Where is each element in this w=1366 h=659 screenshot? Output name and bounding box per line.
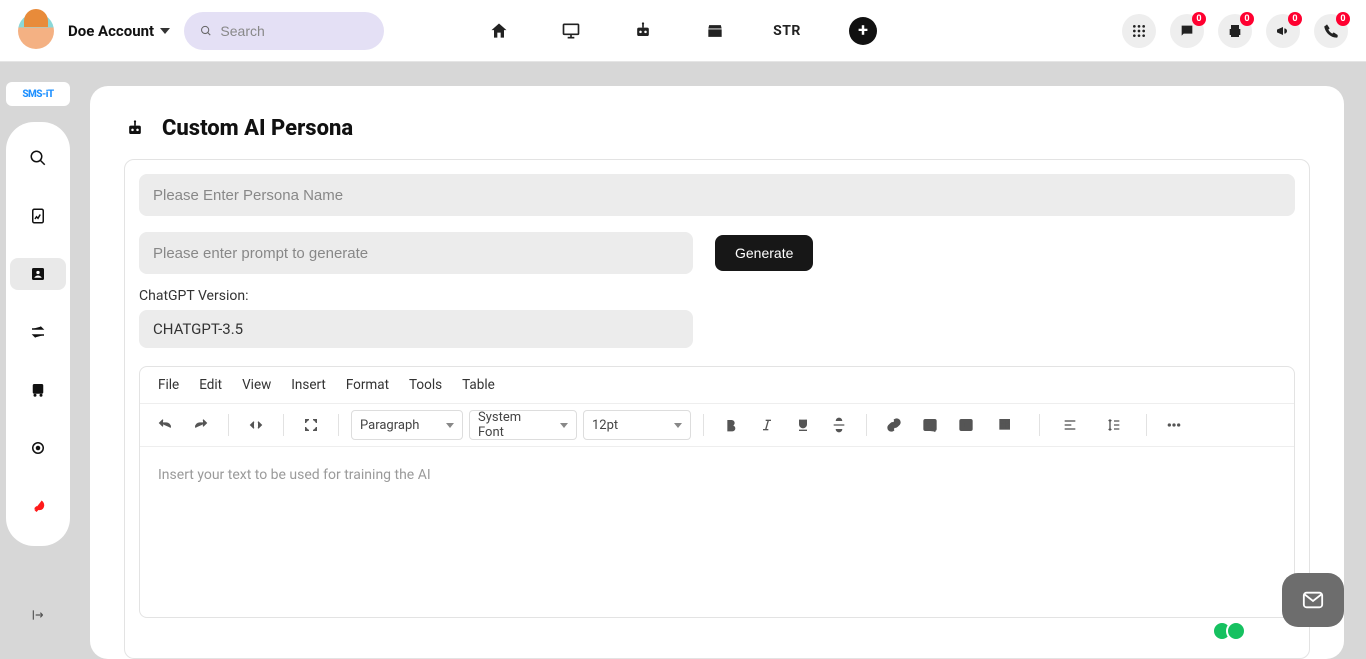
strikethrough-icon[interactable] <box>824 410 854 440</box>
font-family-dropdown[interactable]: System Font <box>469 410 577 440</box>
account-name: Doe Account <box>68 22 154 40</box>
mail-icon <box>1299 589 1327 611</box>
phone-badge: 0 <box>1336 12 1350 26</box>
line-height-icon[interactable] <box>1096 410 1134 440</box>
nav-plugin-icon[interactable] <box>18 432 58 464</box>
search-input[interactable] <box>220 23 368 39</box>
announce-badge: 0 <box>1288 12 1302 26</box>
nav-report-icon[interactable] <box>18 200 58 232</box>
font-size-dropdown[interactable]: 12pt <box>583 410 691 440</box>
editor-toolbar: Paragraph System Font 12pt <box>140 404 1294 447</box>
font-family-value: System Font <box>478 410 548 440</box>
apps-icon[interactable] <box>1122 14 1156 48</box>
italic-icon[interactable] <box>752 410 782 440</box>
undo-icon[interactable] <box>150 410 180 440</box>
bold-icon[interactable] <box>716 410 746 440</box>
header-actions: 0 0 0 0 <box>1122 14 1348 48</box>
page-robot-icon <box>124 119 146 139</box>
str-link[interactable]: STR <box>777 22 797 40</box>
table-icon[interactable] <box>987 410 1027 440</box>
main-card: Custom AI Persona Generate ChatGPT Versi… <box>90 86 1344 659</box>
separator <box>283 414 284 436</box>
menu-format[interactable]: Format <box>346 377 389 393</box>
version-select[interactable]: CHATGPT-3.5 <box>139 310 693 348</box>
left-rail: SMS-iT <box>0 62 76 641</box>
separator <box>338 414 339 436</box>
prompt-input[interactable] <box>139 232 693 274</box>
rich-text-editor: File Edit View Insert Format Tools Table <box>139 366 1295 618</box>
search-icon <box>200 24 212 38</box>
align-icon[interactable] <box>1052 410 1090 440</box>
center-nav: STR + <box>489 17 877 45</box>
home-icon[interactable] <box>489 22 509 40</box>
account-dropdown[interactable]: Doe Account <box>68 22 170 40</box>
persona-form: Generate ChatGPT Version: CHATGPT-3.5 Fi… <box>124 159 1310 659</box>
user-avatar[interactable] <box>18 13 54 49</box>
separator <box>1146 414 1147 436</box>
menu-insert[interactable]: Insert <box>291 377 326 393</box>
menu-tools[interactable]: Tools <box>409 377 442 393</box>
robot-icon[interactable] <box>633 22 653 40</box>
chevron-down-icon <box>560 423 568 428</box>
nav-return-icon[interactable] <box>18 490 58 522</box>
status-indicators <box>1218 621 1246 641</box>
underline-icon[interactable] <box>788 410 818 440</box>
nav-transfer-icon[interactable] <box>18 316 58 348</box>
source-code-icon[interactable] <box>241 410 271 440</box>
top-bar: Doe Account STR + 0 0 0 0 <box>0 0 1366 62</box>
side-nav <box>6 122 70 546</box>
editor-textarea[interactable]: Insert your text to be used for training… <box>140 447 1294 617</box>
separator <box>1039 414 1040 436</box>
version-value: CHATGPT-3.5 <box>153 320 243 338</box>
status-dot-icon <box>1226 621 1246 641</box>
link-icon[interactable] <box>879 410 909 440</box>
separator <box>703 414 704 436</box>
font-size-value: 12pt <box>592 418 618 433</box>
chevron-down-icon <box>160 28 170 34</box>
chat-icon[interactable]: 0 <box>1170 14 1204 48</box>
block-format-value: Paragraph <box>360 418 419 433</box>
brand-logo[interactable]: SMS-iT <box>6 82 70 106</box>
chevron-down-icon <box>446 423 454 428</box>
media-icon[interactable] <box>951 410 981 440</box>
nav-transport-icon[interactable] <box>18 374 58 406</box>
print-badge: 0 <box>1240 12 1254 26</box>
support-mail-fab[interactable] <box>1282 573 1344 627</box>
page-title: Custom AI Persona <box>162 116 353 141</box>
monitor-icon[interactable] <box>561 22 581 40</box>
fullscreen-icon[interactable] <box>296 410 326 440</box>
chevron-down-icon <box>674 423 682 428</box>
image-icon[interactable] <box>915 410 945 440</box>
menu-table[interactable]: Table <box>462 377 495 393</box>
nav-contacts-icon[interactable] <box>10 258 66 290</box>
separator <box>228 414 229 436</box>
announcement-icon[interactable]: 0 <box>1266 14 1300 48</box>
add-button[interactable]: + <box>849 17 877 45</box>
global-search[interactable] <box>184 12 384 50</box>
persona-name-input[interactable] <box>139 174 1295 216</box>
more-icon[interactable] <box>1159 410 1189 440</box>
version-label: ChatGPT Version: <box>139 288 1295 304</box>
store-icon[interactable] <box>705 22 725 40</box>
nav-search-analytics-icon[interactable] <box>18 142 58 174</box>
separator <box>866 414 867 436</box>
menu-view[interactable]: View <box>242 377 271 393</box>
sidebar-collapse-icon[interactable] <box>8 601 68 629</box>
editor-menubar: File Edit View Insert Format Tools Table <box>140 367 1294 404</box>
block-format-dropdown[interactable]: Paragraph <box>351 410 463 440</box>
generate-button[interactable]: Generate <box>715 235 813 271</box>
menu-file[interactable]: File <box>158 377 179 393</box>
chat-badge: 0 <box>1192 12 1206 26</box>
print-icon[interactable]: 0 <box>1218 14 1252 48</box>
phone-icon[interactable]: 0 <box>1314 14 1348 48</box>
redo-icon[interactable] <box>186 410 216 440</box>
menu-edit[interactable]: Edit <box>199 377 222 393</box>
